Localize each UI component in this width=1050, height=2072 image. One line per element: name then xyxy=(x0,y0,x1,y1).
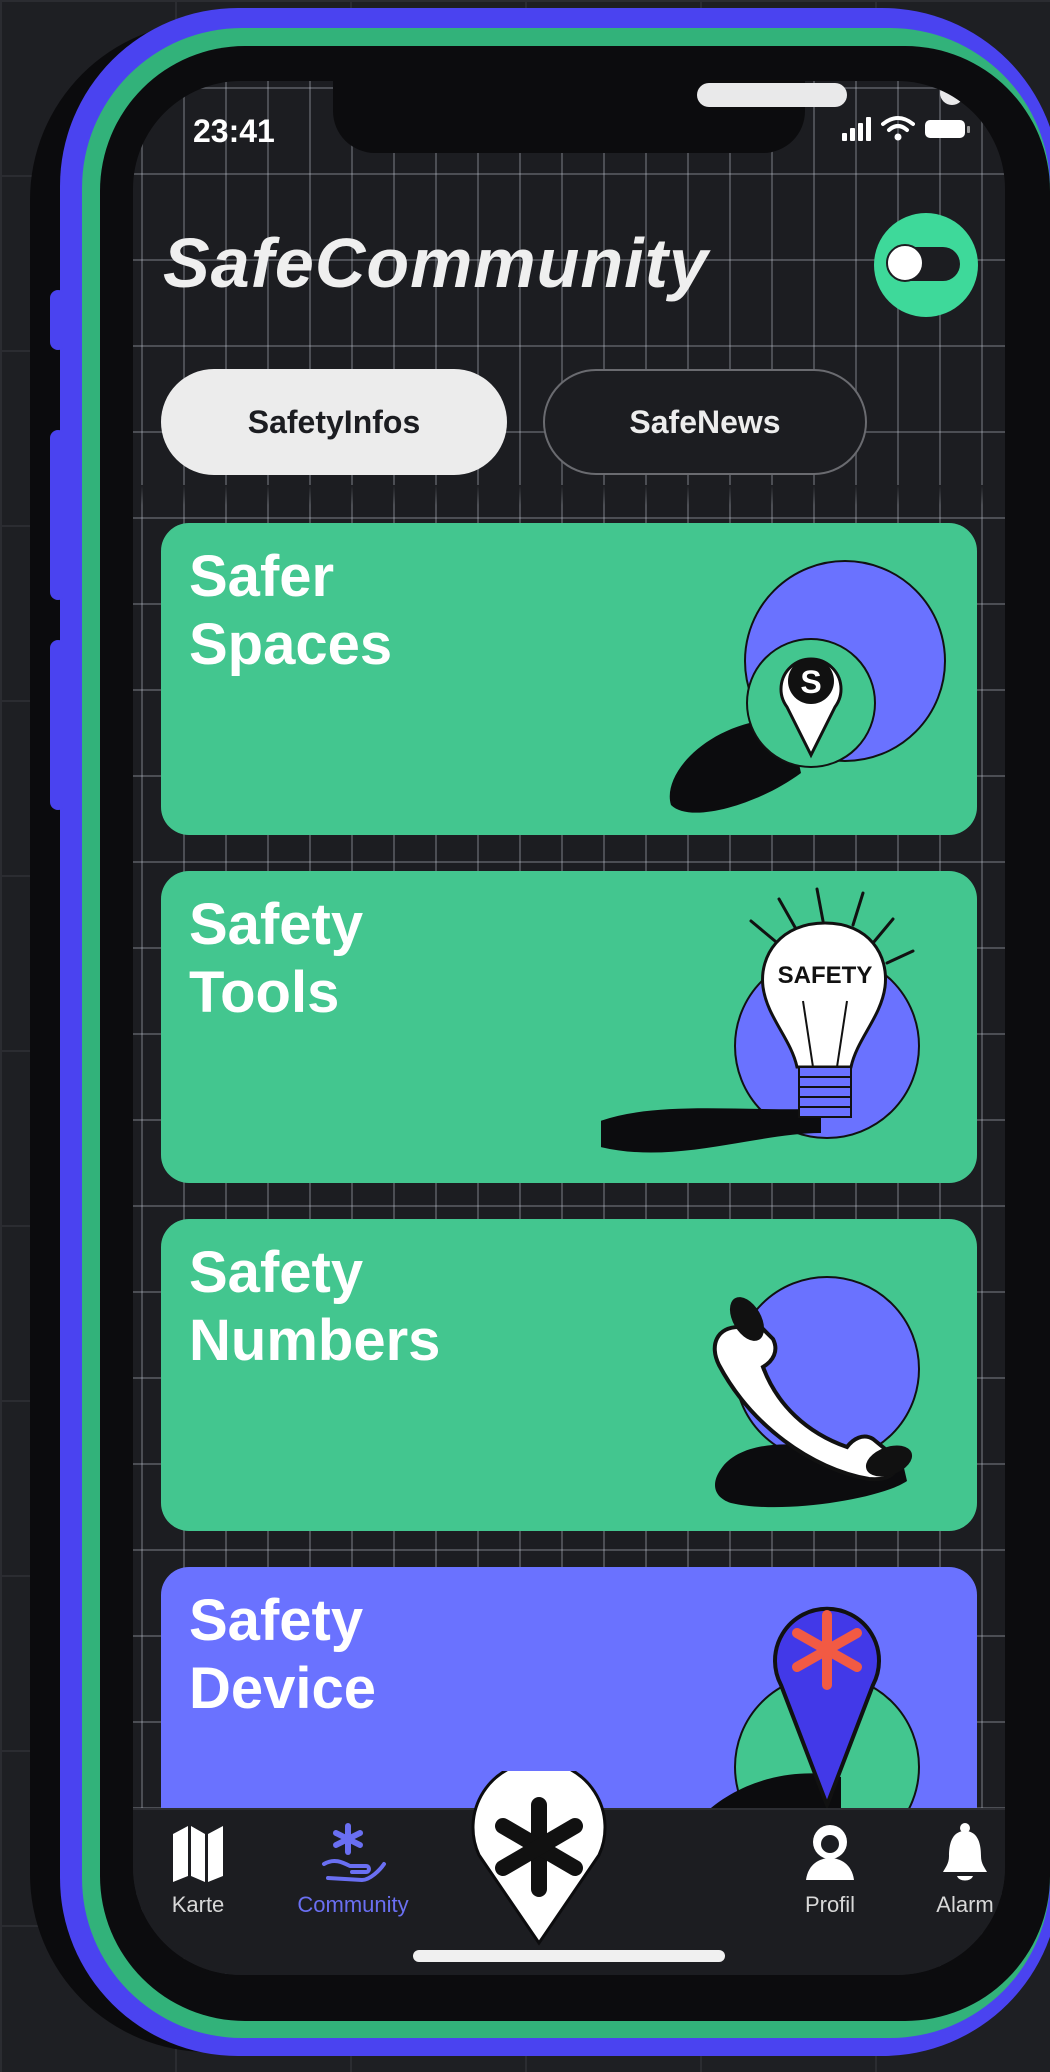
card-safety-tools[interactable]: Safety Tools SAFETY xyxy=(161,871,977,1183)
nav-item-profil[interactable]: Profil xyxy=(765,1822,895,1918)
nav-item-community[interactable]: Community xyxy=(288,1822,418,1918)
nav-label: Community xyxy=(297,1892,409,1917)
phone-handset-icon xyxy=(712,1276,920,1508)
nav-label: Karte xyxy=(171,1892,225,1917)
nav-item-karte[interactable]: Karte xyxy=(133,1822,263,1918)
card-title: Safety Tools xyxy=(189,892,364,1025)
location-pin-s-icon: S xyxy=(669,560,946,813)
side-button-volume-up xyxy=(50,430,66,600)
side-button-mute xyxy=(50,290,66,350)
card-title: Safety Numbers xyxy=(189,1240,441,1373)
svg-text:SAFETY: SAFETY xyxy=(778,962,873,989)
asterisk-icon xyxy=(471,1760,607,1946)
center-alarm-button[interactable] xyxy=(471,1760,607,1947)
card-title: Safer Spaces xyxy=(189,544,393,677)
status-icons xyxy=(842,115,970,141)
status-time: 23:41 xyxy=(193,113,275,149)
bell-icon xyxy=(943,1823,987,1881)
tab-safenews[interactable]: SafeNews xyxy=(543,369,867,475)
side-button-volume-down xyxy=(50,640,66,810)
wifi-icon xyxy=(881,116,915,141)
lightbulb-icon: SAFETY xyxy=(601,887,920,1153)
svg-text:S: S xyxy=(800,664,821,700)
app-title: SafeCommunity xyxy=(163,224,709,302)
map-icon xyxy=(173,1826,223,1882)
community-hand-icon xyxy=(322,1823,386,1882)
tabs-divider xyxy=(133,485,1005,505)
notch xyxy=(333,81,964,153)
card-safety-numbers[interactable]: Safety Numbers xyxy=(161,1219,977,1531)
card-safer-spaces[interactable]: Safer Spaces S xyxy=(161,523,977,835)
profile-icon xyxy=(806,1825,854,1880)
tab-safetyinfos[interactable]: SafetyInfos xyxy=(161,369,507,475)
phone-screen: 23:41 SafeCommunity SafetyInfos SafeNews… xyxy=(133,81,1005,1975)
card-title: Safety Device xyxy=(189,1588,377,1721)
battery-icon xyxy=(925,120,970,138)
nav-item-alarm[interactable]: Alarm xyxy=(925,1822,1005,1918)
home-indicator[interactable] xyxy=(413,1950,725,1962)
speaker xyxy=(697,83,847,107)
front-camera xyxy=(940,81,964,105)
nav-label: Alarm xyxy=(936,1892,994,1917)
signal-icon xyxy=(842,115,871,141)
nav-label: Profil xyxy=(804,1892,856,1917)
toggle-icon[interactable] xyxy=(874,213,978,317)
